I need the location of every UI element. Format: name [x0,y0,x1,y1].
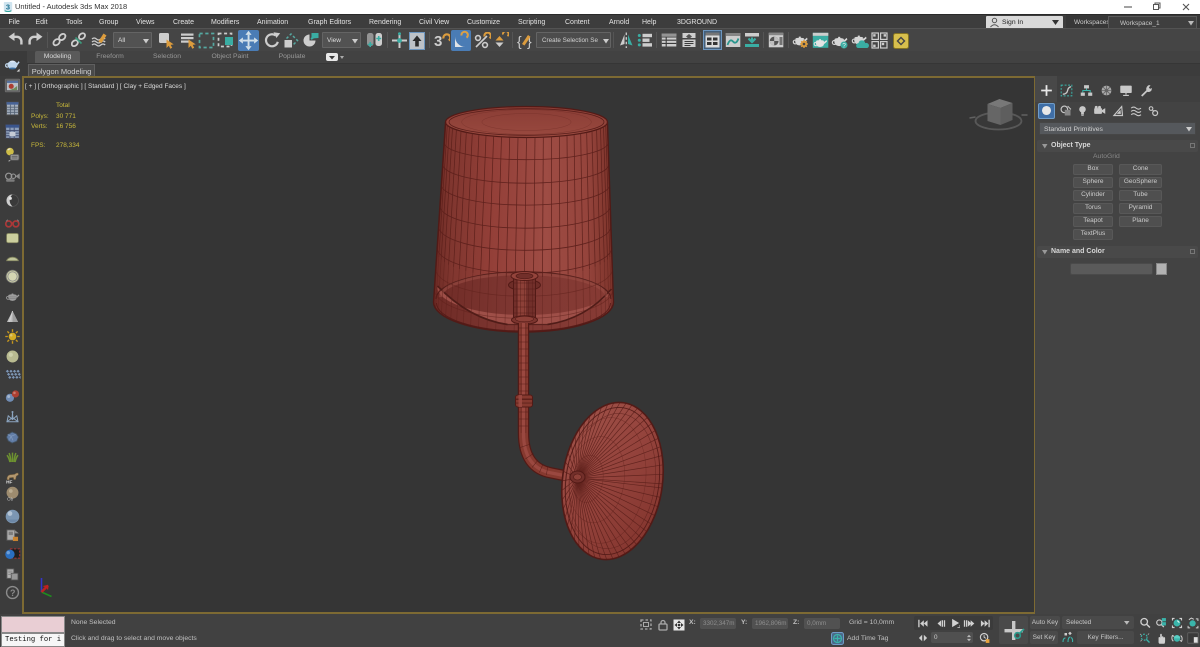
svg-text:HF: HF [6,479,12,484]
svg-text:Ob: Ob [7,496,14,501]
svg-text:?: ? [842,43,846,49]
svg-text:3: 3 [6,3,10,12]
svg-text:3: 3 [434,33,442,49]
svg-text:{: { [517,33,522,49]
svg-text:?: ? [10,588,15,598]
